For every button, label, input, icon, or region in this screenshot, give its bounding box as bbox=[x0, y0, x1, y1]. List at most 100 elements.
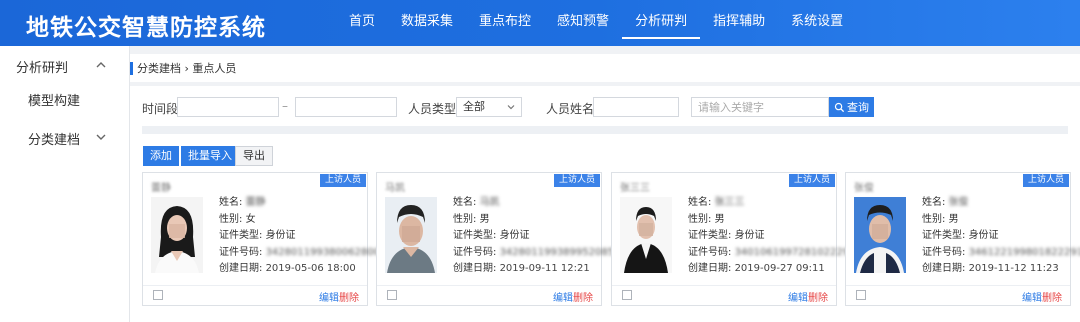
id-number-label: 证件号码: bbox=[922, 246, 966, 258]
card-header-name: 张三三 bbox=[620, 183, 650, 194]
id-type-label: 证件类型: bbox=[219, 230, 263, 241]
card-header-name: 张俊 bbox=[854, 183, 874, 194]
gender-value: 男 bbox=[479, 213, 490, 225]
person-info: 姓名: 蕾静 性别: 女 证件类型: 身份证 证件号码: 34280119938… bbox=[219, 195, 380, 278]
name-value: 张俊 bbox=[948, 197, 969, 208]
sidebar-group-analysis[interactable]: 分析研判 bbox=[0, 48, 130, 84]
edit-link[interactable]: 编辑 bbox=[788, 289, 808, 304]
created-value: 2019-11-12 11:23 bbox=[968, 263, 1059, 274]
select-checkbox[interactable] bbox=[856, 290, 866, 300]
time-range-label: 时间段 bbox=[142, 102, 179, 116]
nav-item-data-collection[interactable]: 数据采集 bbox=[388, 0, 466, 46]
created-label: 创建日期: bbox=[922, 263, 966, 274]
id-type-label: 证件类型: bbox=[922, 230, 966, 241]
name-label: 姓名: bbox=[688, 197, 712, 208]
person-card[interactable]: 上访人员 张俊 姓名: 张俊 性别: 男 证件类型: 身份证 证件号码: 346… bbox=[845, 172, 1080, 306]
search-button[interactable]: 查询 bbox=[829, 97, 874, 117]
id-number-label: 证件号码: bbox=[688, 246, 732, 258]
created-label: 创建日期: bbox=[453, 263, 497, 274]
person-card[interactable]: 上访人员 张三三 姓名: 张三三 性别: 男 证件类型: 身份证 证件号码: 3… bbox=[611, 172, 849, 306]
person-type-label: 人员类型 bbox=[408, 102, 457, 116]
created-label: 创建日期: bbox=[219, 263, 263, 274]
person-info: 姓名: 张三三 性别: 男 证件类型: 身份证 证件号码: 3401061997… bbox=[688, 195, 849, 278]
card-footer: 编辑 删除 bbox=[612, 285, 836, 305]
breadcrumb-marker bbox=[130, 62, 133, 75]
nav-item-alerts[interactable]: 感知预警 bbox=[544, 0, 622, 46]
search-icon bbox=[834, 102, 845, 112]
sidebar: 分析研判 模型构建 分类建档 bbox=[0, 46, 130, 322]
sidebar-group-archive[interactable]: 分类建档 bbox=[0, 120, 130, 156]
app-title: 地铁公交智慧防控系统 bbox=[26, 15, 266, 41]
end-time-input[interactable] bbox=[295, 97, 397, 117]
edit-link[interactable]: 编辑 bbox=[319, 289, 339, 304]
id-number-label: 证件号码: bbox=[453, 246, 497, 258]
delete-link[interactable]: 删除 bbox=[339, 289, 359, 304]
person-card[interactable]: 上访人员 蕾静 姓名: 蕾静 性别: 女 证件类型: 身份证 证件号码: 342… bbox=[142, 172, 380, 306]
created-value: 2019-05-06 18:00 bbox=[265, 263, 356, 274]
delete-link[interactable]: 删除 bbox=[1042, 289, 1062, 304]
keyword-search-input[interactable] bbox=[691, 97, 829, 117]
id-number-value: 340106199728102229 bbox=[734, 246, 850, 258]
person-category-badge: 上访人员 bbox=[319, 174, 366, 187]
name-label: 姓名: bbox=[922, 197, 946, 208]
created-value: 2019-09-11 12:21 bbox=[499, 263, 590, 274]
id-number-value: 342801199389952085 bbox=[499, 246, 615, 258]
person-type-select[interactable]: 全部 bbox=[456, 97, 522, 117]
gender-label: 性别: bbox=[922, 213, 946, 225]
breadcrumb-current: 重点人员 bbox=[192, 62, 237, 75]
card-footer: 编辑 删除 bbox=[846, 285, 1070, 305]
card-footer: 编辑 删除 bbox=[143, 285, 367, 305]
person-category-badge: 上访人员 bbox=[1022, 174, 1069, 187]
select-checkbox[interactable] bbox=[622, 290, 632, 300]
breadcrumb-parent[interactable]: 分类建档 bbox=[137, 62, 181, 75]
nav-item-command[interactable]: 指挥辅助 bbox=[700, 0, 778, 46]
gender-label: 性别: bbox=[688, 213, 712, 225]
person-name-label: 人员姓名 bbox=[546, 102, 595, 116]
person-photo bbox=[854, 197, 906, 273]
gender-value: 男 bbox=[948, 213, 959, 225]
edit-link[interactable]: 编辑 bbox=[553, 289, 573, 304]
select-checkbox[interactable] bbox=[153, 290, 163, 300]
id-type-value: 身份证 bbox=[499, 230, 530, 241]
id-type-value: 身份证 bbox=[734, 230, 765, 241]
delete-link[interactable]: 删除 bbox=[808, 289, 828, 304]
add-button[interactable]: 添加 bbox=[143, 146, 179, 166]
export-button[interactable]: 导出 bbox=[235, 146, 273, 166]
start-time-input[interactable] bbox=[177, 97, 279, 117]
chevron-down-icon bbox=[507, 105, 515, 110]
nav-item-analysis[interactable]: 分析研判 bbox=[622, 0, 701, 46]
person-card[interactable]: 上访人员 马凯 姓名: 马凯 性别: 男 证件类型: 身份证 证件号码: 342… bbox=[376, 172, 614, 306]
breadcrumb-bar: 分类建档 › 重点人员 bbox=[130, 54, 1080, 82]
search-button-label: 查询 bbox=[847, 102, 869, 114]
gender-value: 女 bbox=[245, 213, 256, 225]
batch-import-button[interactable]: 批量导入 bbox=[181, 146, 239, 166]
person-photo bbox=[151, 197, 203, 273]
select-checkbox[interactable] bbox=[387, 290, 397, 300]
nav-item-settings[interactable]: 系统设置 bbox=[778, 0, 856, 46]
delete-link[interactable]: 删除 bbox=[573, 289, 593, 304]
id-number-label: 证件号码: bbox=[219, 246, 263, 258]
id-number-value: 342801199380062800 bbox=[265, 246, 381, 258]
person-photo bbox=[620, 197, 672, 273]
person-photo bbox=[385, 197, 437, 273]
chevron-up-icon bbox=[96, 62, 106, 68]
name-value: 张三三 bbox=[714, 197, 745, 208]
gender-value: 男 bbox=[714, 213, 725, 225]
person-name-input[interactable] bbox=[593, 97, 679, 117]
gender-label: 性别: bbox=[453, 213, 477, 225]
person-info: 姓名: 马凯 性别: 男 证件类型: 身份证 证件号码: 34280119938… bbox=[453, 195, 614, 278]
id-number-value: 346122199801822291 bbox=[968, 246, 1080, 258]
card-header-name: 蕾静 bbox=[151, 183, 171, 194]
chevron-down-icon bbox=[96, 134, 106, 140]
name-label: 姓名: bbox=[453, 197, 477, 208]
name-label: 姓名: bbox=[219, 197, 243, 208]
name-value: 马凯 bbox=[479, 197, 500, 208]
nav-item-key-control[interactable]: 重点布控 bbox=[466, 0, 544, 46]
nav-item-home[interactable]: 首页 bbox=[336, 0, 388, 46]
edit-link[interactable]: 编辑 bbox=[1022, 289, 1042, 304]
breadcrumb-separator: › bbox=[184, 62, 189, 75]
main-nav: 首页 数据采集 重点布控 感知预警 分析研判 指挥辅助 系统设置 bbox=[336, 0, 856, 46]
created-label: 创建日期: bbox=[688, 263, 732, 274]
sidebar-item-model-build[interactable]: 模型构建 bbox=[0, 86, 130, 118]
created-value: 2019-09-27 09:11 bbox=[734, 263, 825, 274]
